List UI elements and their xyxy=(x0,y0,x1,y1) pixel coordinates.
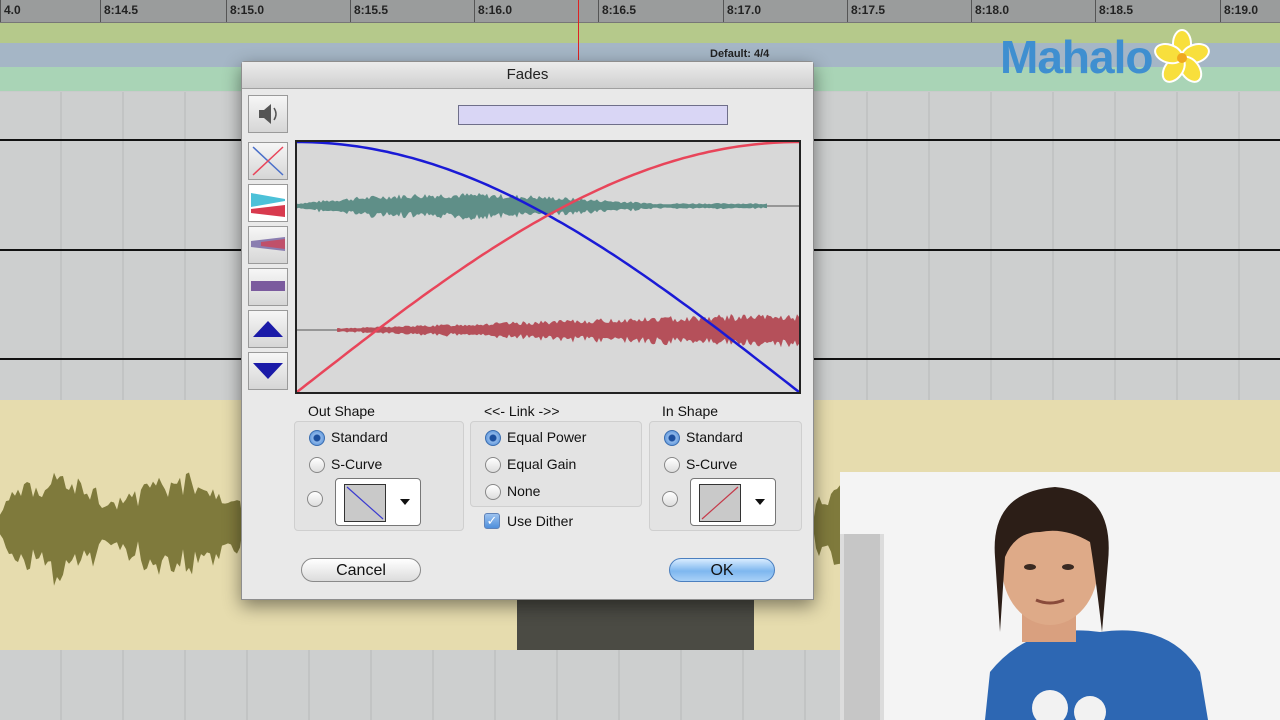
fade-name-field[interactable] xyxy=(458,105,728,125)
ruler-tick-label: 4.0 xyxy=(4,3,21,17)
mahalo-logo: Mahalo xyxy=(1000,29,1215,90)
out-standard-radio[interactable] xyxy=(309,430,325,446)
show-curves-icon xyxy=(252,146,284,176)
ruler-tick-label: 8:16.0 xyxy=(478,3,513,17)
in-standard-radio[interactable] xyxy=(664,430,680,446)
dialog-title: Fades xyxy=(242,62,813,89)
out-shape-popup[interactable] xyxy=(335,478,421,526)
equal-gain-radio[interactable] xyxy=(485,457,501,473)
out-scurve-label[interactable]: S-Curve xyxy=(331,456,382,472)
in-waveform xyxy=(337,314,799,348)
ruler-tick-label: 8:19.0 xyxy=(1224,3,1259,17)
link-group: Equal Power Equal Gain None xyxy=(470,421,642,507)
ruler-tick-label: 8:18.0 xyxy=(975,3,1010,17)
show-curves-button[interactable] xyxy=(248,142,288,180)
logo-text: Mahalo xyxy=(1000,31,1153,83)
meter-label: Default: 4/4 xyxy=(710,48,770,60)
ruler-tick-label: 8:15.0 xyxy=(230,3,265,17)
use-dither-label[interactable]: Use Dither xyxy=(507,513,573,529)
zoom-up-button[interactable] xyxy=(248,310,288,348)
flower-icon xyxy=(1154,29,1210,83)
show-summed-icon xyxy=(251,237,285,251)
ok-button[interactable]: OK xyxy=(669,558,775,582)
link-none-radio[interactable] xyxy=(485,484,501,500)
zoom-down-icon xyxy=(253,363,283,379)
fade-curve-display[interactable] xyxy=(295,140,801,394)
zoom-down-button[interactable] xyxy=(248,352,288,390)
fade-in-curve[interactable] xyxy=(297,142,799,392)
in-scurve-radio[interactable] xyxy=(664,457,680,473)
in-shape-popup[interactable] xyxy=(690,478,776,526)
speaker-icon xyxy=(259,104,277,124)
presenter-video xyxy=(840,487,1208,720)
out-shape-heading: Out Shape xyxy=(308,403,375,419)
show-waveforms-button[interactable] xyxy=(248,184,288,222)
equal-power-label[interactable]: Equal Power xyxy=(507,429,586,445)
fade-curves xyxy=(297,142,799,392)
webcam-overlay xyxy=(840,472,1280,720)
link-heading: <<- Link ->> xyxy=(484,403,560,419)
ruler-tick-label: 8:18.5 xyxy=(1099,3,1134,17)
out-standard-label[interactable]: Standard xyxy=(331,429,388,445)
playhead-cursor[interactable] xyxy=(578,0,579,60)
equal-gain-label[interactable]: Equal Gain xyxy=(507,456,576,472)
use-dither-checkbox[interactable]: ✓ xyxy=(484,513,500,529)
chevron-down-icon xyxy=(755,499,765,505)
equal-power-radio[interactable] xyxy=(485,430,501,446)
in-shape-thumbnail xyxy=(699,484,741,522)
out-shape-group: Standard S-Curve xyxy=(294,421,464,531)
show-dither-icon xyxy=(251,281,285,291)
ruler-tick-label: 8:16.5 xyxy=(602,3,637,17)
in-shape-group: Standard S-Curve xyxy=(649,421,802,531)
chevron-down-icon xyxy=(400,499,410,505)
in-standard-label[interactable]: Standard xyxy=(686,429,743,445)
cancel-button[interactable]: Cancel xyxy=(301,558,421,582)
selected-clip[interactable] xyxy=(517,598,754,650)
out-scurve-radio[interactable] xyxy=(309,457,325,473)
audition-button[interactable] xyxy=(248,95,288,133)
ruler-tick-label: 8:14.5 xyxy=(104,3,139,17)
fades-dialog: Fades Out Shape Standard S-Curve <<- Lin… xyxy=(241,61,814,600)
fade-out-curve[interactable] xyxy=(297,142,799,392)
out-shape-thumbnail xyxy=(344,484,386,522)
in-shape-heading: In Shape xyxy=(662,403,719,419)
ruler-tick-label: 8:17.0 xyxy=(727,3,762,17)
show-waveforms-icon xyxy=(251,193,285,217)
in-custom-radio[interactable] xyxy=(662,491,678,507)
ruler-tick-label: 8:17.5 xyxy=(851,3,886,17)
timeline-ruler[interactable]: 4.0 8:14.5 8:15.0 8:15.5 8:16.0 8:16.5 8:17.0 8… xyxy=(0,0,1280,23)
show-summed-button[interactable] xyxy=(248,226,288,264)
show-dither-button[interactable] xyxy=(248,268,288,306)
in-scurve-label[interactable]: S-Curve xyxy=(686,456,737,472)
zoom-up-icon xyxy=(253,321,283,337)
link-none-label[interactable]: None xyxy=(507,483,540,499)
ruler-tick-label: 8:15.5 xyxy=(354,3,389,17)
out-custom-radio[interactable] xyxy=(307,491,323,507)
